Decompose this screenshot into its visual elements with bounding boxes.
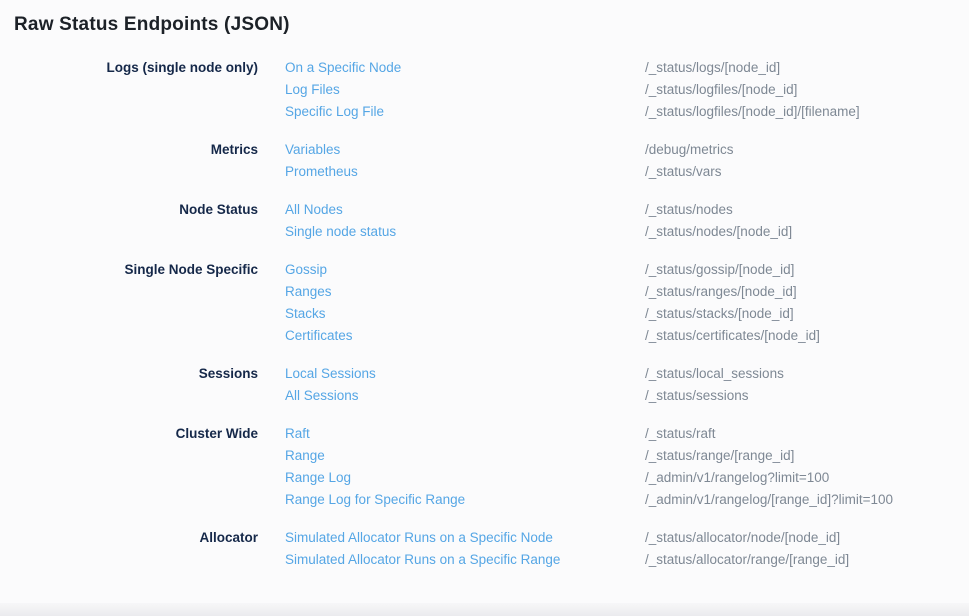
- links-column: RaftRangeRange LogRange Log for Specific…: [285, 423, 645, 511]
- endpoint-link[interactable]: Range Log: [285, 467, 645, 489]
- endpoint-link[interactable]: Certificates: [285, 325, 645, 347]
- endpoint-path: /_status/gossip/[node_id]: [645, 259, 969, 281]
- endpoint-link[interactable]: Simulated Allocator Runs on a Specific N…: [285, 527, 645, 549]
- endpoint-link[interactable]: On a Specific Node: [285, 57, 645, 79]
- category-label: Single Node Specific: [0, 259, 258, 281]
- paths-column: /_status/nodes/_status/nodes/[node_id]: [645, 199, 969, 243]
- endpoint-section: Node Status All NodesSingle node status …: [0, 199, 969, 243]
- endpoint-section: Logs (single node only) On a Specific No…: [0, 57, 969, 123]
- paths-column: /_status/allocator/node/[node_id]/_statu…: [645, 527, 969, 571]
- endpoint-section: Allocator Simulated Allocator Runs on a …: [0, 527, 969, 571]
- endpoint-sections: Logs (single node only) On a Specific No…: [0, 57, 969, 571]
- category-label: Cluster Wide: [0, 423, 258, 445]
- endpoint-link[interactable]: Simulated Allocator Runs on a Specific R…: [285, 549, 645, 571]
- endpoint-path: /_status/allocator/range/[range_id]: [645, 549, 969, 571]
- endpoint-link[interactable]: Ranges: [285, 281, 645, 303]
- endpoint-path: /_status/allocator/node/[node_id]: [645, 527, 969, 549]
- links-column: GossipRangesStacksCertificates: [285, 259, 645, 347]
- endpoint-section: Cluster Wide RaftRangeRange LogRange Log…: [0, 423, 969, 511]
- endpoint-path: /_status/logfiles/[node_id]: [645, 79, 969, 101]
- endpoint-path: /_status/raft: [645, 423, 969, 445]
- links-column: Local SessionsAll Sessions: [285, 363, 645, 407]
- endpoint-link[interactable]: All Nodes: [285, 199, 645, 221]
- endpoint-link[interactable]: Local Sessions: [285, 363, 645, 385]
- endpoint-path: /_status/vars: [645, 161, 969, 183]
- paths-column: /_status/raft/_status/range/[range_id]/_…: [645, 423, 969, 511]
- endpoint-link[interactable]: Log Files: [285, 79, 645, 101]
- endpoint-link[interactable]: Range: [285, 445, 645, 467]
- category-label: Node Status: [0, 199, 258, 221]
- category-label: Logs (single node only): [0, 57, 258, 79]
- endpoint-link[interactable]: All Sessions: [285, 385, 645, 407]
- endpoint-section: Metrics VariablesPrometheus /debug/metri…: [0, 139, 969, 183]
- endpoint-link[interactable]: Single node status: [285, 221, 645, 243]
- endpoint-path: /_status/certificates/[node_id]: [645, 325, 969, 347]
- bottom-section-divider: [0, 603, 969, 616]
- paths-column: /_status/local_sessions/_status/sessions: [645, 363, 969, 407]
- endpoint-path: /_status/range/[range_id]: [645, 445, 969, 467]
- endpoint-path: /_status/ranges/[node_id]: [645, 281, 969, 303]
- endpoint-link[interactable]: Gossip: [285, 259, 645, 281]
- endpoint-path: /_status/logfiles/[node_id]/[filename]: [645, 101, 969, 123]
- endpoint-link[interactable]: Specific Log File: [285, 101, 645, 123]
- links-column: Simulated Allocator Runs on a Specific N…: [285, 527, 645, 571]
- paths-column: /debug/metrics/_status/vars: [645, 139, 969, 183]
- endpoint-path: /_status/nodes: [645, 199, 969, 221]
- endpoint-path: /_status/nodes/[node_id]: [645, 221, 969, 243]
- category-label: Sessions: [0, 363, 258, 385]
- category-label: Metrics: [0, 139, 258, 161]
- endpoint-link[interactable]: Stacks: [285, 303, 645, 325]
- endpoint-path: /_status/logs/[node_id]: [645, 57, 969, 79]
- endpoint-link[interactable]: Raft: [285, 423, 645, 445]
- links-column: VariablesPrometheus: [285, 139, 645, 183]
- endpoint-link[interactable]: Prometheus: [285, 161, 645, 183]
- endpoint-link[interactable]: Variables: [285, 139, 645, 161]
- endpoint-path: /_status/stacks/[node_id]: [645, 303, 969, 325]
- endpoint-path: /debug/metrics: [645, 139, 969, 161]
- endpoint-path: /_status/sessions: [645, 385, 969, 407]
- endpoint-link[interactable]: Range Log for Specific Range: [285, 489, 645, 511]
- paths-column: /_status/gossip/[node_id]/_status/ranges…: [645, 259, 969, 347]
- links-column: On a Specific NodeLog FilesSpecific Log …: [285, 57, 645, 123]
- page-title: Raw Status Endpoints (JSON): [14, 13, 969, 36]
- endpoint-path: /_status/local_sessions: [645, 363, 969, 385]
- endpoint-path: /_admin/v1/rangelog/[range_id]?limit=100: [645, 489, 969, 511]
- endpoint-section: Sessions Local SessionsAll Sessions /_st…: [0, 363, 969, 407]
- links-column: All NodesSingle node status: [285, 199, 645, 243]
- paths-column: /_status/logs/[node_id]/_status/logfiles…: [645, 57, 969, 123]
- endpoint-path: /_admin/v1/rangelog?limit=100: [645, 467, 969, 489]
- category-label: Allocator: [0, 527, 258, 549]
- endpoint-section: Single Node Specific GossipRangesStacksC…: [0, 259, 969, 347]
